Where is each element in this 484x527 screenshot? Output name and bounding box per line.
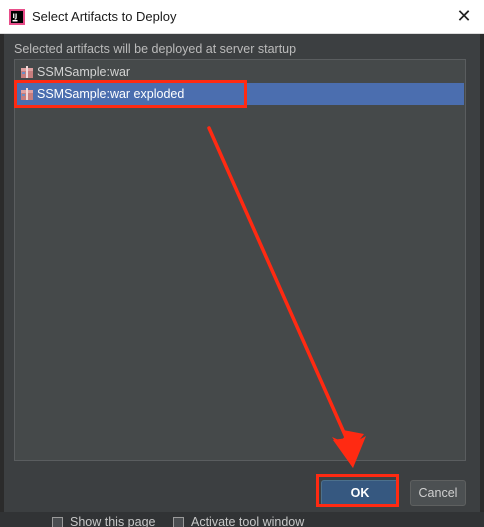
background-panel: Show this page Activate tool window (0, 512, 484, 527)
show-this-page-checkbox[interactable] (52, 517, 63, 527)
activate-tool-window-label: Activate tool window (191, 515, 305, 527)
annotation-arrow (207, 126, 366, 468)
activate-tool-window-checkbox[interactable] (173, 517, 184, 527)
show-this-page-label: Show this page (70, 515, 156, 527)
